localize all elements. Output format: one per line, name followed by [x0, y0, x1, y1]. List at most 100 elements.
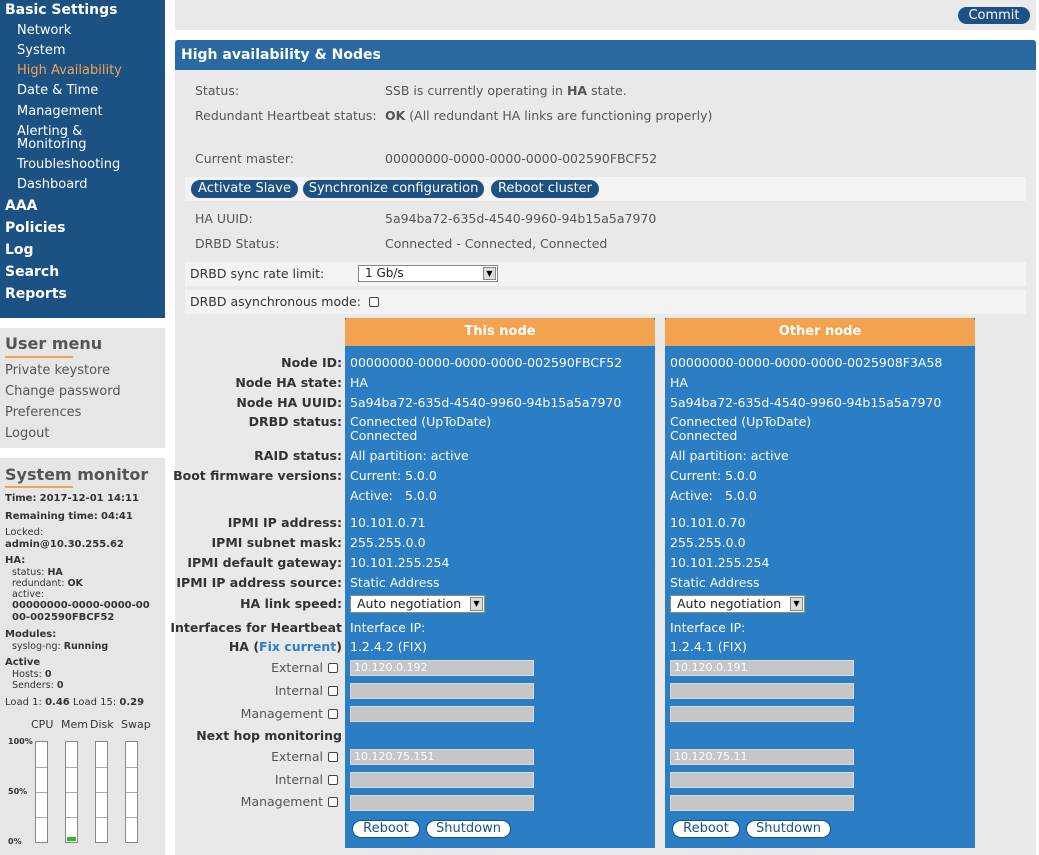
- drbd-status-value: Connected - Connected, Connected: [385, 236, 608, 251]
- this-node-ipmi-src: Static Address: [350, 575, 440, 590]
- redundant-value: OK (All redundant HA links are functioni…: [385, 108, 713, 123]
- nh-internal-label: Internal: [274, 772, 323, 787]
- this-node-fw-active-label: Active:: [350, 488, 393, 503]
- bar-label-mem: Mem: [61, 718, 88, 731]
- sync-rate-select[interactable]: 1 Gb/s ▼: [358, 265, 498, 282]
- other-node-fw-active: 5.0.0: [725, 488, 757, 503]
- activate-slave-button[interactable]: Activate Slave: [191, 180, 298, 198]
- reboot-cluster-button[interactable]: Reboot cluster: [491, 180, 599, 198]
- node-row-labels: Node ID: Node HA state: Node HA UUID: DR…: [170, 318, 342, 848]
- raid-status-label: RAID status:: [254, 448, 342, 463]
- other-node-reboot-button[interactable]: Reboot: [672, 820, 740, 838]
- disk-bar: [95, 741, 108, 843]
- nav-aaa[interactable]: AAA: [5, 198, 38, 214]
- this-node-hb-external-input[interactable]: 10.120.0.192: [350, 660, 534, 676]
- other-node-iface-ip-label: Interface IP:: [670, 620, 746, 635]
- commit-button[interactable]: Commit: [958, 7, 1030, 24]
- other-node-ipmi-mask: 255.255.0.0: [670, 535, 746, 550]
- mem-bar: [65, 741, 78, 843]
- other-node-shutdown-button[interactable]: Shutdown: [746, 820, 831, 838]
- synchronize-config-button[interactable]: Synchronize configuration: [303, 180, 484, 198]
- this-node-drbd-1: Connected (UpToDate): [350, 414, 492, 429]
- this-node-id: 00000000-0000-0000-0000-002590FBCF52: [350, 355, 623, 370]
- nav-log[interactable]: Log: [5, 242, 34, 258]
- bar-label-swap: Swap: [121, 718, 151, 731]
- nav-item-date-time[interactable]: Date & Time: [17, 84, 98, 98]
- nh-management-checkbox[interactable]: [328, 797, 338, 807]
- ha-status-row: status: HA: [12, 567, 63, 578]
- other-node-hb-external-input[interactable]: 10.120.0.191: [670, 660, 854, 676]
- nh-internal-checkbox[interactable]: [328, 775, 338, 785]
- ipmi-gateway-label: IPMI default gateway:: [187, 555, 342, 570]
- this-node-link-speed-select[interactable]: Auto negotiation ▼: [350, 595, 485, 613]
- other-node-hb-internal-input[interactable]: [670, 683, 854, 699]
- preferences-link[interactable]: Preferences: [5, 405, 81, 420]
- async-mode-checkbox[interactable]: [369, 297, 379, 307]
- this-node-reboot-button[interactable]: Reboot: [352, 820, 420, 838]
- nav-item-management[interactable]: Management: [17, 105, 103, 119]
- this-node-hb-management-input[interactable]: [350, 706, 534, 722]
- next-hop-label: Next hop monitoring: [196, 728, 342, 743]
- this-node-ha-uuid: 5a94ba72-635d-4540-9960-94b15a5a7970: [350, 395, 622, 410]
- nh-external-label: External: [271, 749, 323, 764]
- hb-management-checkbox[interactable]: [328, 709, 338, 719]
- nav-item-troubleshooting[interactable]: Troubleshooting: [17, 158, 120, 172]
- this-node-nh-management-input[interactable]: [350, 795, 534, 811]
- this-node-nh-external-input[interactable]: 10.120.75.151: [350, 749, 534, 765]
- this-node-shutdown-button[interactable]: Shutdown: [426, 820, 511, 838]
- node-id-label: Node ID:: [281, 355, 342, 370]
- logout-link[interactable]: Logout: [5, 426, 50, 441]
- hb-external-checkbox[interactable]: [328, 663, 338, 673]
- other-node-nh-external-input[interactable]: 10.120.75.11: [670, 749, 854, 765]
- this-node-hb-internal-input[interactable]: [350, 683, 534, 699]
- locked-value: admin@10.30.255.62: [5, 539, 124, 550]
- nh-external-checkbox[interactable]: [328, 752, 338, 762]
- change-password-link[interactable]: Change password: [5, 384, 121, 399]
- this-node-iface-ip-label: Interface IP:: [350, 620, 426, 635]
- ha-label: HA:: [5, 555, 26, 566]
- other-node-title: Other node: [665, 318, 975, 346]
- nav-item-system[interactable]: System: [17, 44, 65, 58]
- other-node-link-speed-select[interactable]: Auto negotiation ▼: [670, 595, 805, 613]
- ha-active-label: active:: [12, 589, 45, 600]
- this-node-drbd-2: Connected: [350, 428, 418, 443]
- nh-management-label: Management: [240, 794, 323, 809]
- active-label: Active: [5, 657, 41, 668]
- locked-label: Locked:: [5, 527, 44, 538]
- status-value: SSB is currently operating in HA state.: [385, 83, 627, 98]
- nav-basic-settings[interactable]: Basic Settings: [5, 2, 118, 18]
- other-node-ha-ip: 1.2.4.1 (FIX): [670, 639, 747, 654]
- this-node-ipmi-mask: 255.255.0.0: [350, 535, 426, 550]
- this-node-fw-current: 5.0.0: [405, 468, 437, 483]
- ha-link-speed-label: HA link speed:: [240, 596, 342, 611]
- other-node-id: 00000000-0000-0000-0000-0025908F3A58: [670, 355, 943, 370]
- modules-label: Modules:: [5, 629, 57, 640]
- other-node-ipmi-gw: 10.101.255.254: [670, 555, 770, 570]
- senders-row: Senders: 0: [12, 680, 64, 691]
- status-label: Status:: [195, 83, 240, 98]
- fix-current-link[interactable]: Fix current: [259, 639, 336, 654]
- scale-0: 0%: [8, 837, 22, 846]
- nav-reports[interactable]: Reports: [5, 286, 67, 302]
- hb-management-label: Management: [240, 706, 323, 721]
- nav-search[interactable]: Search: [5, 264, 59, 280]
- private-keystore-link[interactable]: Private keystore: [5, 363, 110, 378]
- hb-internal-checkbox[interactable]: [328, 686, 338, 696]
- mem-bar-fill: [67, 837, 76, 841]
- this-node-ipmi-gw: 10.101.255.254: [350, 555, 450, 570]
- nav-policies[interactable]: Policies: [5, 220, 65, 236]
- ipmi-source-label: IPMI IP address source:: [176, 575, 342, 590]
- nav-item-network[interactable]: Network: [17, 24, 71, 38]
- other-node-nh-internal-input[interactable]: [670, 772, 854, 788]
- other-node-nh-management-input[interactable]: [670, 795, 854, 811]
- other-node-hb-management-input[interactable]: [670, 706, 854, 722]
- nav-item-monitoring[interactable]: Monitoring: [17, 138, 87, 152]
- triangle-down-icon: ▼: [790, 597, 803, 611]
- time-row: Time: 2017-12-01 14:11: [5, 493, 139, 504]
- ipmi-ip-label: IPMI IP address:: [227, 515, 342, 530]
- this-node-raid: All partition: active: [350, 448, 469, 463]
- nav-item-dashboard[interactable]: Dashboard: [17, 178, 88, 192]
- nav-item-high-availability[interactable]: High Availability: [17, 64, 122, 78]
- system-monitor-title: System monitor: [5, 465, 149, 484]
- this-node-nh-internal-input[interactable]: [350, 772, 534, 788]
